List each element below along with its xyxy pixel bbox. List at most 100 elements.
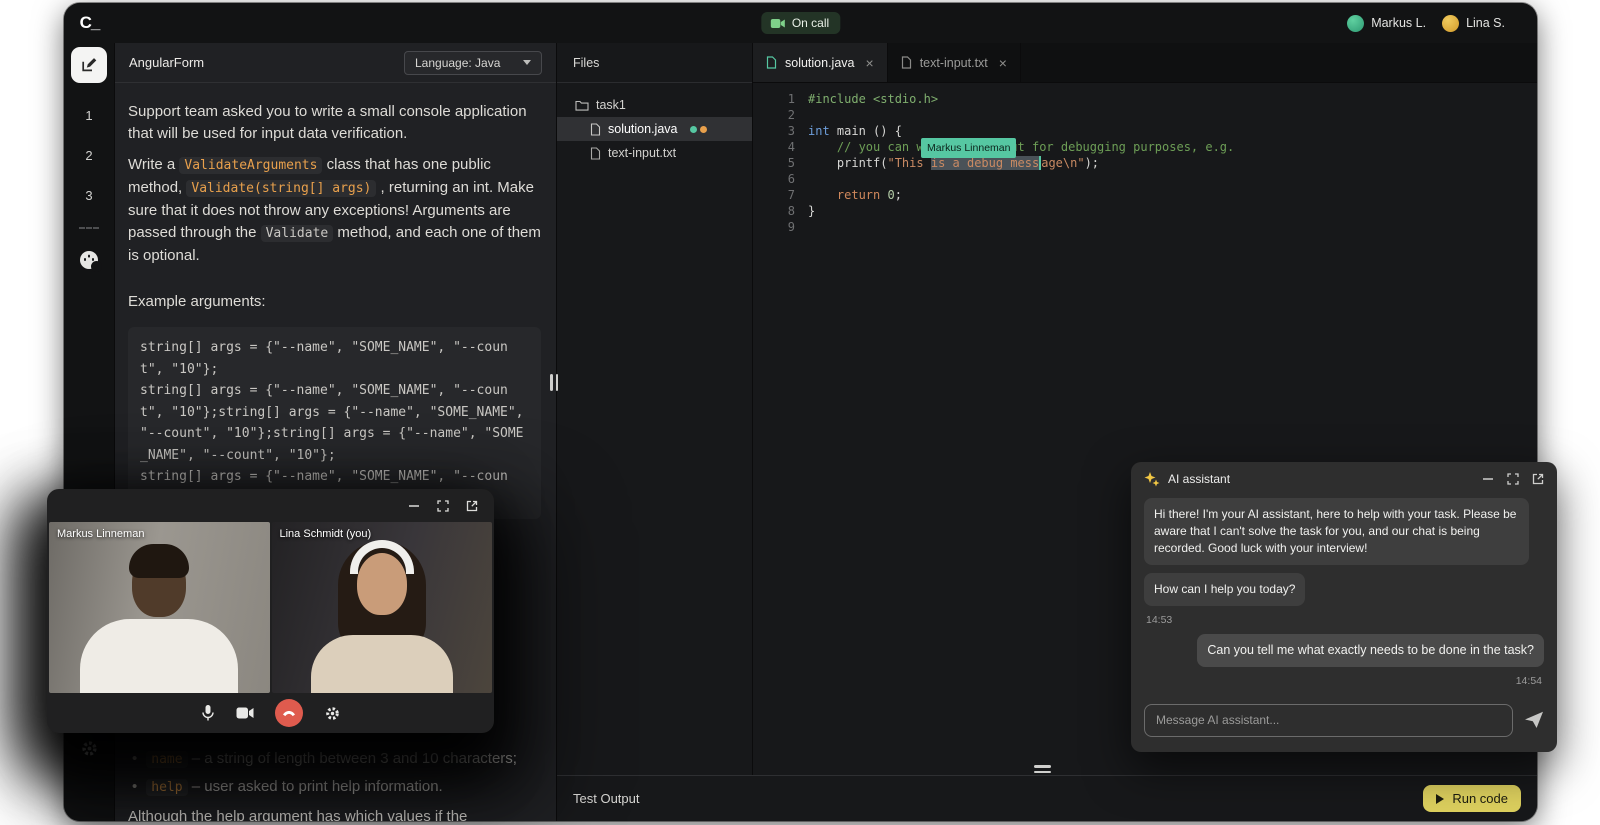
ai-input-row [1131, 698, 1557, 752]
palette-icon [80, 251, 102, 272]
tab-solution-java[interactable]: solution.java × [753, 43, 888, 82]
rail-divider [79, 227, 99, 229]
participant-figure [80, 619, 239, 693]
editor-tabbar: solution.java × text-input.txt × [753, 43, 1537, 83]
video-feed-lina: Lina Schmidt (you) [271, 522, 492, 693]
file-icon [901, 56, 912, 69]
argument-list-item: • help – user asked to print help inform… [132, 775, 541, 799]
on-call-badge: On call [760, 12, 841, 34]
headphones [349, 539, 414, 574]
user-message: Can you tell me what exactly needs to be… [1197, 634, 1544, 667]
tab-label: solution.java [785, 55, 855, 70]
participant-name: Markus Linneman [57, 528, 145, 540]
panel-resize-handle-vertical[interactable] [550, 374, 558, 391]
avatar [1442, 14, 1460, 32]
assistant-message: How can I help you today? [1144, 573, 1306, 606]
step-2-button[interactable]: 2 [64, 148, 114, 163]
file-icon [766, 56, 777, 69]
example-label: Example arguments: [128, 293, 266, 310]
minimize-icon[interactable] [408, 500, 420, 512]
tree-file-solution-java[interactable]: solution.java [557, 117, 752, 141]
sparkle-icon [1144, 472, 1160, 487]
on-call-label: On call [791, 16, 830, 30]
gear-icon [325, 706, 339, 720]
file-icon [590, 122, 601, 136]
task-paragraph: Write a ValidateArguments class that has… [128, 156, 541, 264]
ai-assistant-panel: AI assistant Hi there! I'm your AI assis… [1131, 462, 1557, 752]
assistant-message: Hi there! I'm your AI assistant, here to… [1144, 498, 1529, 565]
files-header: Files [557, 43, 752, 83]
step-1-button[interactable]: 1 [64, 108, 114, 123]
open-in-new-icon[interactable] [466, 500, 478, 512]
topbar: C_ On call Markus L. Lina S. [64, 3, 1537, 43]
video-camera-icon [770, 18, 785, 28]
bullet-marker: • [132, 750, 138, 767]
user-name: Lina S. [1466, 16, 1505, 30]
file-tree: task1 solution.java text-input.txt [557, 83, 752, 165]
bottom-bar: Test Output Run code [557, 775, 1537, 821]
run-code-label: Run code [1452, 791, 1508, 806]
close-icon[interactable]: × [866, 56, 874, 70]
file-name: text-input.txt [608, 146, 677, 160]
bullet-marker: • [132, 778, 138, 795]
app-logo: C_ [79, 13, 101, 32]
open-in-new-icon[interactable] [1532, 473, 1544, 485]
ai-message-input[interactable] [1144, 703, 1513, 737]
mic-icon [201, 705, 214, 721]
task-paragraph: Support team asked you to write a small … [128, 103, 527, 142]
panel-resize-handle-horizontal[interactable] [1034, 765, 1051, 773]
fullscreen-icon[interactable] [437, 499, 449, 512]
send-button[interactable] [1524, 711, 1544, 729]
ai-title: AI assistant [1168, 472, 1231, 486]
file-icon [590, 146, 601, 160]
task-description-button[interactable] [71, 47, 107, 83]
inline-code: Validate [260, 225, 334, 242]
call-controls [47, 693, 494, 733]
timestamp: 14:54 [1515, 675, 1542, 687]
gear-icon [81, 741, 97, 756]
edit-icon [82, 58, 97, 72]
user-chip-lina[interactable]: Lina S. [1442, 14, 1505, 32]
step-3-button[interactable]: 3 [64, 188, 114, 203]
call-feeds: Markus Linneman Lina Schmidt (you) [47, 522, 494, 693]
inline-code: help [146, 779, 188, 796]
user-chip-markus[interactable]: Markus L. [1347, 14, 1426, 32]
inline-code: name [146, 751, 188, 768]
topbar-users: Markus L. Lina S. [1347, 14, 1537, 32]
hang-up-icon [282, 710, 295, 717]
participant-name: Lina Schmidt (you) [279, 528, 372, 540]
ai-message-list: Hi there! I'm your AI assistant, here to… [1131, 496, 1557, 698]
mic-button[interactable] [201, 704, 215, 722]
settings-button[interactable] [80, 739, 99, 763]
task-title: AngularForm [129, 55, 205, 70]
inline-code: ValidateArguments [179, 157, 323, 174]
call-titlebar [47, 489, 494, 522]
test-output-label[interactable]: Test Output [573, 791, 639, 806]
video-call-window: Markus Linneman Lina Schmidt (you) [47, 489, 494, 733]
task-paragraph-clipped: Although the help argument has which val… [128, 808, 468, 821]
camera-icon [236, 707, 253, 719]
tree-file-text-input-txt[interactable]: text-input.txt [557, 141, 752, 165]
language-select[interactable]: Language: Java [404, 50, 542, 75]
task-header: AngularForm Language: Java [115, 43, 556, 83]
fullscreen-icon[interactable] [1507, 473, 1519, 485]
run-code-button[interactable]: Run code [1423, 785, 1521, 812]
inline-code: Validate(string[] args) [186, 180, 377, 197]
theme-button[interactable] [80, 251, 102, 272]
files-panel: Files task1 solution.java text-input.txt [557, 43, 753, 775]
tree-folder-task1[interactable]: task1 [557, 93, 752, 117]
chevron-down-icon [523, 60, 531, 65]
tab-text-input-txt[interactable]: text-input.txt × [888, 43, 1021, 82]
folder-name: task1 [596, 98, 626, 112]
hang-up-button[interactable] [274, 699, 303, 727]
tab-label: text-input.txt [919, 55, 988, 70]
minimize-icon[interactable] [1482, 473, 1494, 485]
camera-button[interactable] [236, 707, 254, 719]
file-name: solution.java [608, 122, 678, 136]
avatar [1347, 14, 1365, 32]
collaborator-cursor-label: Markus Linneman [921, 138, 1017, 158]
language-select-value: Language: Java [415, 55, 501, 70]
call-settings-button[interactable] [324, 705, 341, 722]
editor-gutter: 123456789 [787, 92, 795, 234]
close-icon[interactable]: × [999, 56, 1007, 70]
